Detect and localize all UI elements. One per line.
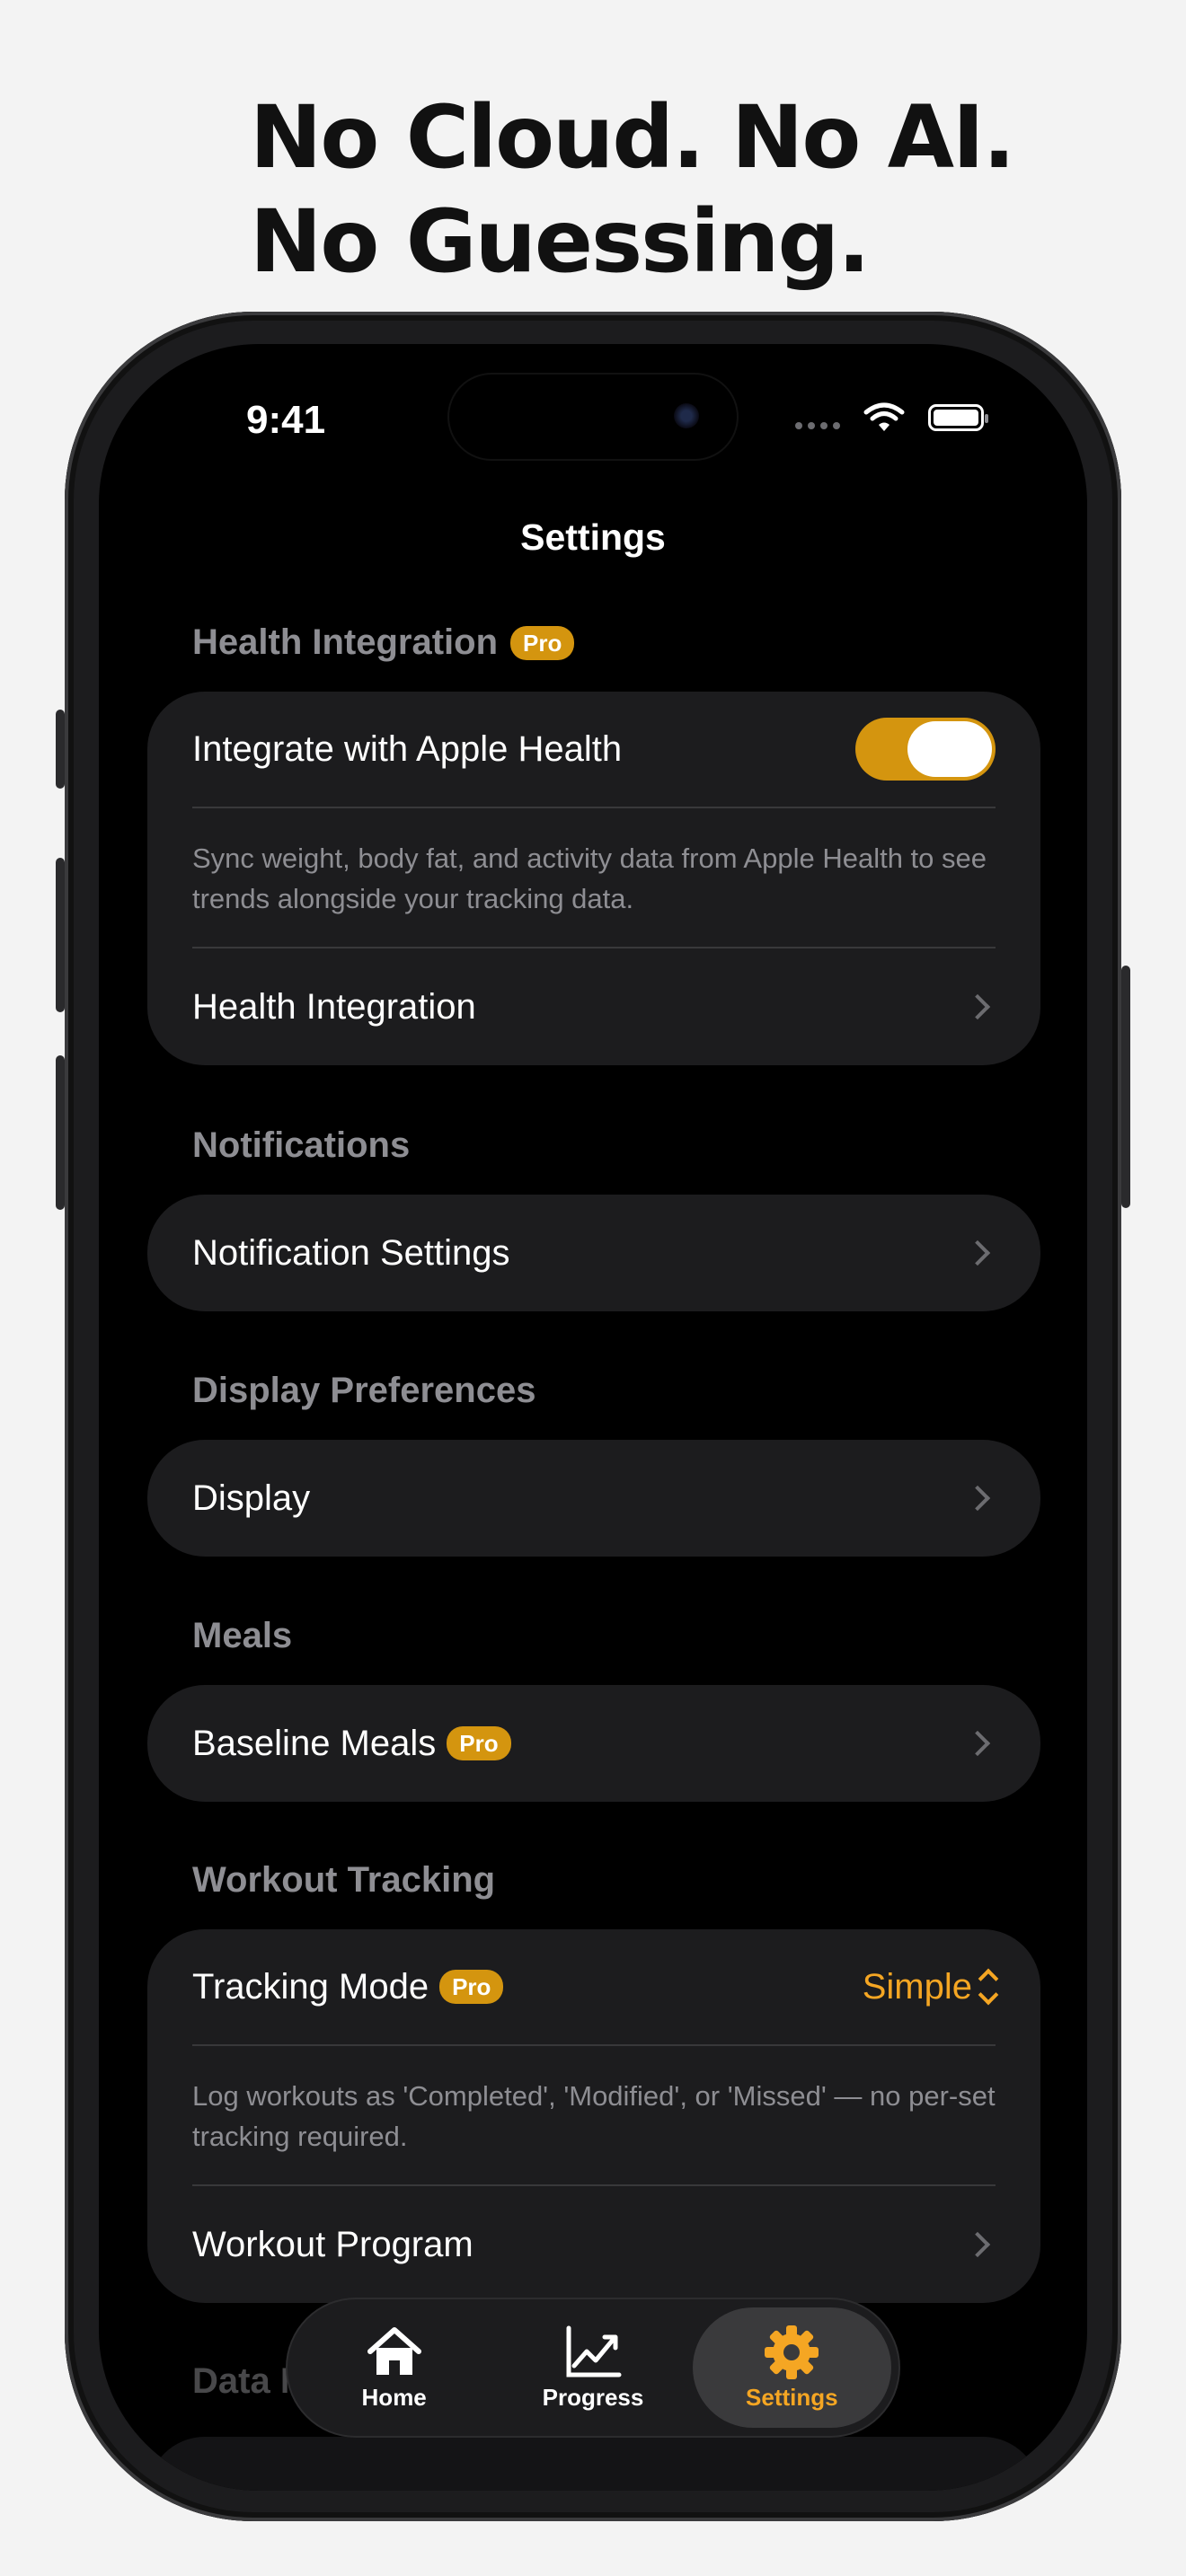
display-card: Display bbox=[147, 1440, 1040, 1557]
section-header-notifications: Notifications bbox=[192, 1125, 410, 1166]
section-header-label: Display Preferences bbox=[192, 1371, 536, 1410]
display-row[interactable]: Display bbox=[192, 1440, 996, 1557]
health-integration-row[interactable]: Health Integration bbox=[192, 948, 996, 1065]
tracking-mode-row[interactable]: Tracking Mode Pro Simple bbox=[192, 1929, 999, 2044]
section-header-meals: Meals bbox=[192, 1616, 292, 1656]
status-icons bbox=[795, 401, 988, 434]
tab-progress-label: Progress bbox=[542, 2383, 644, 2411]
tracking-mode-label-group: Tracking Mode Pro bbox=[192, 1966, 504, 2007]
gear-icon bbox=[765, 2325, 819, 2379]
workout-program-row[interactable]: Workout Program bbox=[192, 2186, 996, 2303]
workout-card: Tracking Mode Pro Simple Log workouts as… bbox=[147, 1929, 1040, 2303]
health-toggle-row[interactable]: Integrate with Apple Health bbox=[192, 692, 996, 807]
health-integration-label: Health Integration bbox=[192, 986, 476, 1027]
apple-health-toggle[interactable] bbox=[855, 718, 996, 781]
health-toggle-label: Integrate with Apple Health bbox=[192, 728, 623, 769]
tracking-mode-picker[interactable]: Simple bbox=[862, 1966, 999, 2007]
tracking-mode-description: Log workouts as 'Completed', 'Modified',… bbox=[192, 2080, 996, 2152]
health-description: Sync weight, body fat, and activity data… bbox=[192, 842, 987, 914]
volume-down-button bbox=[56, 1055, 65, 1210]
tracking-mode-label: Tracking Mode bbox=[192, 1966, 429, 2007]
tab-settings[interactable]: Settings bbox=[692, 2307, 891, 2428]
section-header-label: Workout Tracking bbox=[192, 1860, 496, 1900]
notifications-card: Notification Settings bbox=[147, 1195, 1040, 1311]
workout-program-label: Workout Program bbox=[192, 2224, 474, 2264]
tab-settings-label: Settings bbox=[746, 2383, 838, 2411]
pro-badge: Pro bbox=[447, 1726, 511, 1760]
baseline-meals-label: Baseline Meals bbox=[192, 1723, 437, 1763]
tab-home[interactable]: Home bbox=[295, 2307, 493, 2428]
baseline-meals-row[interactable]: Baseline Meals Pro bbox=[192, 1685, 996, 1802]
tracking-mode-value: Simple bbox=[862, 1966, 972, 2007]
wifi-icon bbox=[863, 402, 905, 431]
toggle-knob bbox=[907, 721, 992, 777]
chevron-updown-icon bbox=[978, 1968, 999, 2006]
tab-home-label: Home bbox=[361, 2383, 427, 2411]
pro-badge: Pro bbox=[510, 625, 575, 660]
meals-card: Baseline Meals Pro bbox=[147, 1685, 1040, 1802]
page-title: Settings bbox=[520, 516, 666, 558]
tab-progress[interactable]: Progress bbox=[493, 2307, 692, 2428]
chevron-right-icon bbox=[964, 1485, 991, 1512]
display-label: Display bbox=[192, 1478, 311, 1518]
section-header-health: Health Integration Pro bbox=[192, 622, 575, 663]
chart-icon bbox=[566, 2325, 622, 2377]
data-management-card bbox=[147, 2437, 1040, 2491]
house-icon bbox=[367, 2326, 421, 2375]
battery-icon bbox=[928, 404, 988, 431]
headline: No Cloud. No AI. No Guessing. bbox=[250, 85, 1015, 294]
section-header-label: Health Integration bbox=[192, 622, 499, 662]
chevron-right-icon bbox=[964, 2231, 991, 2258]
tab-bar: Home Progress Settings bbox=[288, 2299, 898, 2436]
section-header-display: Display Preferences bbox=[192, 1371, 535, 1411]
chevron-right-icon bbox=[964, 993, 991, 1020]
divider bbox=[192, 807, 996, 808]
chevron-right-icon bbox=[964, 1239, 991, 1266]
notification-settings-label: Notification Settings bbox=[192, 1232, 510, 1273]
divider bbox=[192, 2044, 996, 2046]
section-header-workout: Workout Tracking bbox=[192, 1860, 495, 1901]
health-card: Integrate with Apple Health Sync weight,… bbox=[147, 692, 1040, 1065]
signal-dots-icon bbox=[795, 422, 840, 429]
notification-settings-row[interactable]: Notification Settings bbox=[192, 1195, 996, 1311]
pro-badge: Pro bbox=[439, 1970, 504, 2004]
section-header-label: Meals bbox=[192, 1616, 293, 1655]
action-button bbox=[56, 710, 65, 789]
section-header-label: Notifications bbox=[192, 1125, 411, 1165]
status-time: 9:41 bbox=[246, 398, 326, 442]
screen: 9:41 Settings Health Integration Pro Int… bbox=[99, 344, 1087, 2491]
chevron-right-icon bbox=[964, 1730, 991, 1757]
volume-up-button bbox=[56, 858, 65, 1012]
camera-icon bbox=[674, 403, 699, 428]
headline-line-1: No Cloud. No AI. bbox=[250, 87, 1015, 188]
baseline-meals-label-group: Baseline Meals Pro bbox=[192, 1724, 511, 1764]
headline-line-2: No Guessing. bbox=[250, 191, 871, 292]
power-button bbox=[1121, 966, 1130, 1208]
